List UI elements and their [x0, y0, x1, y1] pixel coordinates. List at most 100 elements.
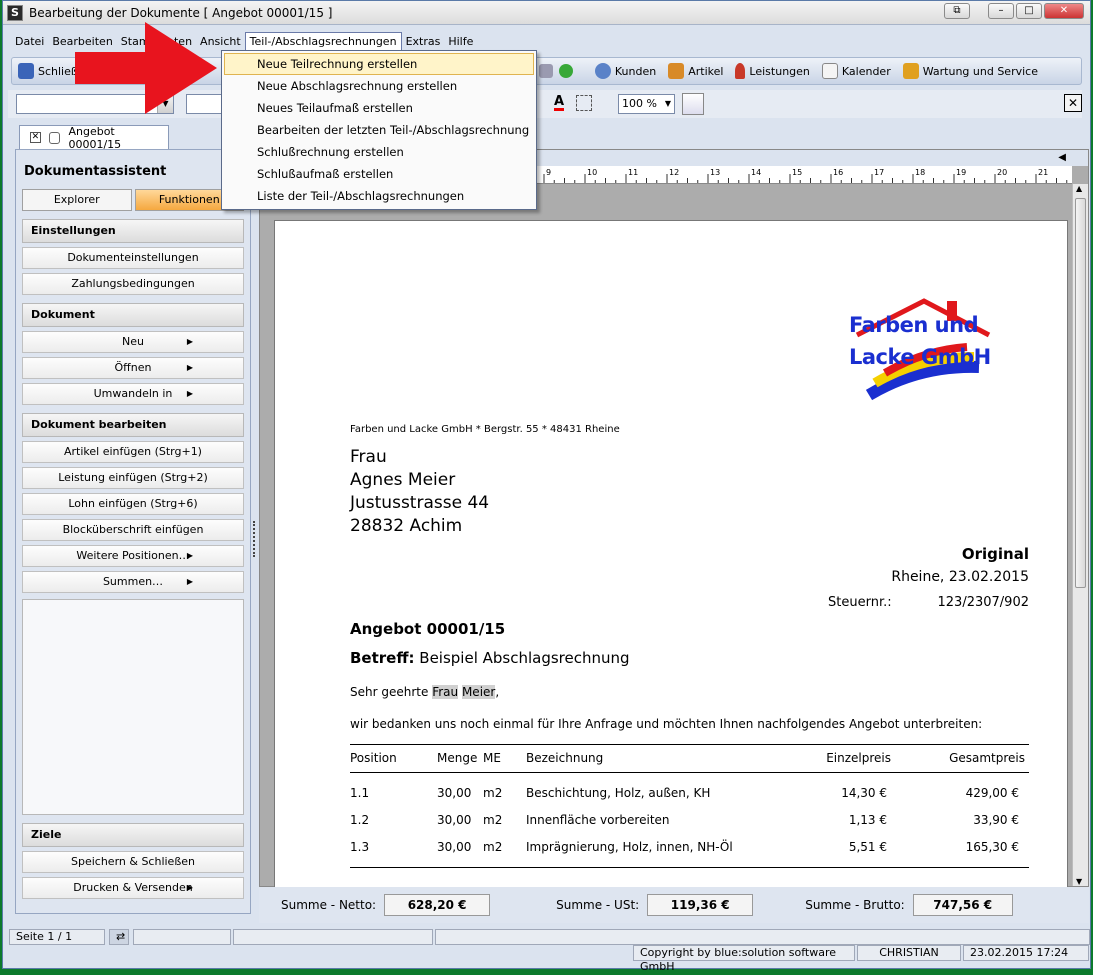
table-bottom-line	[350, 867, 1029, 868]
scroll-down-icon[interactable]: ▼	[1076, 877, 1082, 886]
kunden-button[interactable]: Kunden	[589, 61, 662, 81]
person-icon	[594, 63, 611, 79]
liste-teil-abschlag-item[interactable]: Liste der Teil-/Abschlagsrechnungen	[224, 185, 534, 207]
oeffnen-button[interactable]: Öffnen ▶	[22, 357, 244, 379]
section-head: Dokument	[22, 303, 244, 327]
logo-text-2: Lacke GmbH	[849, 345, 991, 369]
umwandeln-button[interactable]: Umwandeln in ▶	[22, 383, 244, 405]
status-datetime: 23.02.2015 17:24	[963, 945, 1089, 961]
tab-angebot[interactable]: ✕ Angebot 00001/15	[19, 125, 169, 151]
ruler-number: 12	[669, 168, 679, 177]
neue-abschlagsrechnung-item[interactable]: Neue Abschlagsrechnung erstellen	[224, 75, 534, 97]
drucken-versenden-button[interactable]: Drucken & Versenden ▶	[22, 877, 244, 899]
ruler-number: 13	[710, 168, 720, 177]
table-rows: 1.1 30,00 m2 Beschichtung, Holz, außen, …	[350, 786, 1029, 867]
chevron-down-icon[interactable]: ▼	[662, 95, 674, 113]
refresh-icon[interactable]	[558, 64, 573, 78]
bearbeiten-letzte-item[interactable]: Bearbeiten der letzten Teil-/Abschlagsre…	[224, 119, 534, 141]
section-head: Einstellungen	[22, 219, 244, 243]
logo-text-1: Farben und	[849, 313, 979, 337]
vertical-scrollbar[interactable]: ▲ ▼	[1072, 184, 1088, 886]
maximize-icon[interactable]: □	[1016, 3, 1042, 19]
netto-value: 628,20 €	[384, 894, 491, 916]
tab-close-icon[interactable]: ✕	[30, 132, 41, 143]
document-preview: ◀ 9 10 11 12 13 14 15 16 17 18 19 20 21 ▲ ▼ F	[259, 149, 1089, 888]
schlussaufmass-item[interactable]: Schlußaufmaß erstellen	[224, 163, 534, 185]
section-einstellungen: Einstellungen Dokumenteinstellungen Zahl…	[22, 219, 244, 295]
neu-button[interactable]: Neu ▶	[22, 331, 244, 353]
red-arrow-annotation	[75, 22, 217, 114]
intro-text: wir bedanken uns noch einmal für Ihre An…	[350, 717, 983, 731]
page-nav-icon[interactable]: ⇄	[109, 929, 129, 945]
close-icon[interactable]: ✕	[1044, 3, 1084, 19]
schlussrechnung-item[interactable]: Schlußrechnung erstellen	[224, 141, 534, 163]
artikel-einfuegen-button[interactable]: Artikel einfügen (Strg+1)	[22, 441, 244, 463]
menu-hilfe[interactable]: Hilfe	[444, 33, 477, 50]
subject-line: Betreff: Beispiel Abschlagsrechnung	[350, 649, 630, 667]
summen-button[interactable]: Summen… ▶	[22, 571, 244, 593]
sidebar-title: Dokumentassistent	[24, 164, 167, 179]
scroll-thumb[interactable]	[1075, 198, 1086, 588]
splitter-handle[interactable]	[253, 521, 257, 557]
wrench-icon	[902, 63, 919, 79]
company-logo: Farben und Lacke GmbH	[849, 295, 1009, 415]
border-icon[interactable]	[576, 95, 592, 111]
table-row: 1.1 30,00 m2 Beschichtung, Holz, außen, …	[350, 786, 1019, 800]
sender-line: Farben und Lacke GmbH * Bergstr. 55 * 48…	[350, 424, 620, 435]
zahlungsbedingungen-button[interactable]: Zahlungsbedingungen	[22, 273, 244, 295]
blockueberschrift-button[interactable]: Blocküberschrift einfügen	[22, 519, 244, 541]
neue-teilrechnung-item[interactable]: Neue Teilrechnung erstellen	[224, 53, 534, 75]
leistungen-button[interactable]: Leistungen	[729, 61, 815, 81]
greeting: Sehr geehrte Frau Meier,	[350, 685, 500, 699]
menu-datei[interactable]: Datei	[11, 33, 48, 50]
tax-value: 123/2307/902	[937, 595, 1029, 610]
weitere-positionen-button[interactable]: Weitere Positionen… ▶	[22, 545, 244, 567]
tab-explorer[interactable]: Explorer	[22, 189, 132, 211]
lohn-einfuegen-button[interactable]: Lohn einfügen (Strg+6)	[22, 493, 244, 515]
ust-value: 119,36 €	[647, 894, 754, 916]
copy-icon[interactable]	[538, 64, 553, 78]
ruler-number: 10	[587, 168, 597, 177]
kalender-button[interactable]: Kalender	[816, 61, 897, 81]
table-header-line	[350, 772, 1029, 773]
document-assistant: Dokumentassistent Explorer Funktionen Ei…	[15, 149, 251, 914]
main-window: S Bearbeitung der Dokumente [ Angebot 00…	[2, 0, 1092, 973]
submenu-arrow-icon: ▶	[186, 551, 193, 560]
close-doc-x-icon[interactable]: ✕	[1064, 94, 1082, 112]
table-row: 1.2 30,00 m2 Innenfläche vorbereiten 1,1…	[350, 813, 1019, 827]
zoom-select[interactable]: 100 % ▼	[618, 94, 675, 114]
table-icon[interactable]	[682, 93, 704, 115]
sidebar-tabs: Explorer Funktionen	[22, 189, 244, 211]
sum-bar: Summe - Netto: 628,20 € Summe - USt: 119…	[259, 887, 1089, 923]
neues-teilaufmass-item[interactable]: Neues Teilaufmaß erstellen	[224, 97, 534, 119]
window-title: Bearbeitung der Dokumente [ Angebot 0000…	[29, 5, 333, 20]
speichern-schliessen-button[interactable]: Speichern & Schließen	[22, 851, 244, 873]
artikel-icon	[668, 63, 685, 79]
netto-label: Summe - Netto:	[281, 898, 377, 912]
restore-icon[interactable]: ⧉	[944, 3, 970, 19]
close-doc-icon	[18, 63, 34, 79]
document-page: Farben und Lacke GmbH Farben und Lacke G…	[274, 220, 1068, 888]
ruler-number: 11	[628, 168, 638, 177]
dokumenteinstellungen-button[interactable]: Dokumenteinstellungen	[22, 247, 244, 269]
submenu-arrow-icon: ▶	[186, 363, 193, 372]
scroll-up-icon[interactable]: ▲	[1076, 184, 1082, 193]
font-color-icon[interactable]: A	[554, 95, 565, 111]
artikel-button[interactable]: Artikel	[662, 61, 729, 81]
page-indicator: Seite 1 / 1	[9, 929, 105, 945]
teil-abschlag-dropdown: Neue Teilrechnung erstellen Neue Abschla…	[221, 50, 537, 210]
section-dokument: Dokument Neu ▶ Öffnen ▶ Umwandeln in ▶	[22, 303, 244, 405]
brutto-label: Summe - Brutto:	[805, 898, 905, 912]
status-bar-top: Seite 1 / 1 ⇄	[5, 927, 1092, 945]
status-cell	[233, 929, 433, 945]
section-ziele: Ziele Speichern & Schließen Drucken & Ve…	[22, 823, 244, 899]
ruler-number: 14	[751, 168, 761, 177]
leistung-einfuegen-button[interactable]: Leistung einfügen (Strg+2)	[22, 467, 244, 489]
menu-extras[interactable]: Extras	[402, 33, 445, 50]
minimize-icon[interactable]: –	[988, 3, 1014, 19]
edit-doc-icon	[48, 131, 61, 144]
wartung-service-button[interactable]: Wartung und Service	[897, 61, 1044, 81]
submenu-arrow-icon: ▶	[186, 883, 193, 892]
ruler-marker-icon[interactable]: ◀	[1058, 152, 1066, 163]
menu-teil-abschlagsrechnungen[interactable]: Teil-/Abschlagsrechnungen	[244, 32, 402, 50]
